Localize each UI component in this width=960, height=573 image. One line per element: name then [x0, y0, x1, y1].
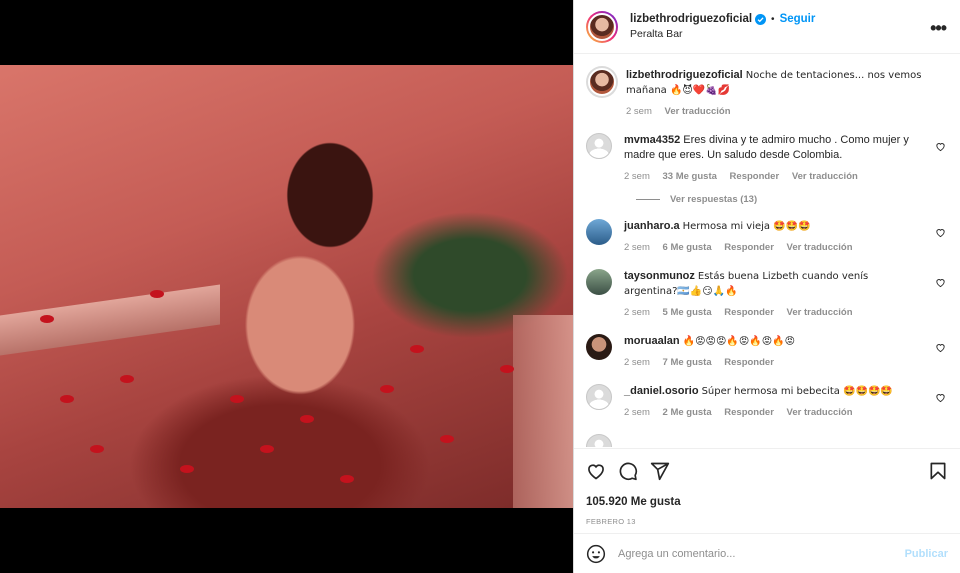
publish-button[interactable]: Publicar — [905, 548, 948, 560]
comment-time[interactable]: 2 sem — [624, 307, 650, 318]
comment-username[interactable]: _daniel.osorio — [624, 385, 699, 397]
reply-button[interactable]: Responder — [724, 357, 774, 368]
post-actions: 105.920 Me gusta FEBRERO 13 — [574, 448, 960, 526]
comment-avatar[interactable] — [586, 384, 612, 410]
verified-icon — [755, 13, 767, 25]
comment-meta: 2 sem 5 Me gusta Responder Ver traducció… — [624, 305, 924, 320]
comment-item: juanharo.a Hermosa mi vieja 🤩🤩🤩 2 sem 6 M… — [586, 219, 946, 255]
rose-petal — [180, 465, 194, 473]
comment-text: Hermosa mi vieja 🤩🤩🤩 — [682, 221, 811, 232]
translate-link[interactable]: Ver traducción — [792, 171, 858, 182]
comment-username[interactable]: juanharo.a — [624, 220, 680, 232]
comment-text: 🔥😡😡😡🔥😡🔥😡🔥😡 — [682, 336, 795, 347]
rose-petal — [300, 415, 314, 423]
post-location[interactable]: Peralta Bar — [630, 27, 815, 42]
comment-item: _daniel.osorio Súper hermosa mi bebecita … — [586, 384, 946, 420]
follow-button[interactable]: Seguir — [780, 12, 816, 27]
post-header: lizbethrodriguezoficial • Seguir Peralta… — [574, 0, 960, 54]
comment-avatar[interactable] — [586, 269, 612, 295]
post-date[interactable]: FEBRERO 13 — [586, 517, 948, 526]
rose-petal — [260, 445, 274, 453]
heart-icon[interactable] — [935, 342, 946, 353]
comment-item-partial — [586, 434, 946, 447]
comment-likes[interactable]: 5 Me gusta — [663, 307, 712, 318]
rose-petal — [500, 365, 514, 373]
post-modal: lizbethrodriguezoficial • Seguir Peralta… — [0, 0, 960, 573]
rose-petal — [60, 395, 74, 403]
reply-button[interactable]: Responder — [724, 307, 774, 318]
reply-button[interactable]: Responder — [724, 242, 774, 253]
rose-petal — [380, 385, 394, 393]
comment-icon[interactable] — [618, 461, 638, 481]
comment-input[interactable]: Agrega un comentario... — [618, 548, 905, 560]
reply-button[interactable]: Responder — [730, 171, 780, 182]
comments-list[interactable]: lizbethrodriguezoficial Noche de tentacio… — [574, 54, 960, 447]
comment-likes[interactable]: 7 Me gusta — [663, 357, 712, 368]
post-media[interactable] — [0, 0, 573, 573]
rose-petal — [150, 290, 164, 298]
comment-text: Súper hermosa mi bebecita 🤩🤩🤩🤩 — [701, 386, 893, 397]
bathtub-edge — [513, 315, 573, 508]
emoji-icon[interactable] — [586, 544, 606, 564]
caption-avatar[interactable] — [586, 66, 618, 98]
heart-icon[interactable] — [586, 461, 606, 481]
comment-avatar[interactable] — [586, 219, 612, 245]
bookmark-icon[interactable] — [928, 461, 948, 481]
heart-icon[interactable] — [935, 141, 946, 152]
comment-likes[interactable]: 2 Me gusta — [663, 407, 712, 418]
view-replies-label: Ver respuestas (13) — [670, 194, 758, 205]
rose-petal — [120, 375, 134, 383]
heart-icon[interactable] — [935, 392, 946, 403]
share-icon[interactable] — [650, 461, 670, 481]
comment-avatar[interactable] — [586, 434, 612, 447]
action-icons — [586, 459, 948, 483]
heart-icon[interactable] — [935, 227, 946, 238]
comment-username[interactable]: moruaalan — [624, 335, 680, 347]
post-caption: lizbethrodriguezoficial Noche de tentacio… — [586, 66, 946, 119]
post-side-panel: lizbethrodriguezoficial • Seguir Peralta… — [573, 0, 960, 573]
caption-translate-link[interactable]: Ver traducción — [665, 106, 731, 117]
author-avatar[interactable] — [586, 10, 618, 43]
comment-time[interactable]: 2 sem — [624, 407, 650, 418]
rose-petal — [410, 345, 424, 353]
comment-meta: 2 sem 6 Me gusta Responder Ver traducció… — [624, 240, 924, 255]
reply-button[interactable]: Responder — [724, 407, 774, 418]
comment-item: mvma4352 Eres divina y te admiro mucho . … — [586, 133, 946, 184]
post-photo — [0, 65, 573, 508]
likes-count[interactable]: 105.920 Me gusta — [586, 496, 948, 508]
comment-time[interactable]: 2 sem — [624, 242, 650, 253]
bathtub-rim — [0, 284, 220, 356]
comment-meta: 2 sem 2 Me gusta Responder Ver traducció… — [624, 405, 924, 420]
comment-time[interactable]: 2 sem — [624, 357, 650, 368]
rose-petal — [90, 445, 104, 453]
replies-line — [636, 199, 660, 200]
translate-link[interactable]: Ver traducción — [787, 242, 853, 253]
author-username[interactable]: lizbethrodriguezoficial — [630, 12, 752, 27]
separator-dot: • — [771, 13, 775, 25]
rose-petal — [440, 435, 454, 443]
comment-likes[interactable]: 33 Me gusta — [663, 171, 717, 182]
comment-username[interactable]: mvma4352 — [624, 134, 680, 146]
caption-meta: 2 sem Ver traducción — [626, 104, 924, 119]
rose-petal — [230, 395, 244, 403]
comment-username[interactable]: taysonmunoz — [624, 270, 695, 282]
comment-time[interactable]: 2 sem — [624, 171, 650, 182]
rose-petal — [40, 315, 54, 323]
rose-petal — [340, 475, 354, 483]
comment-meta: 2 sem 33 Me gusta Responder Ver traducci… — [624, 169, 924, 184]
translate-link[interactable]: Ver traducción — [787, 407, 853, 418]
caption-username[interactable]: lizbethrodriguezoficial — [626, 69, 743, 81]
view-replies-button[interactable]: Ver respuestas (13) — [636, 194, 946, 205]
add-comment-bar: Agrega un comentario... Publicar — [574, 533, 960, 573]
comment-avatar[interactable] — [586, 133, 612, 159]
caption-time[interactable]: 2 sem — [626, 106, 652, 117]
comment-item: taysonmunoz Estás buena Lizbeth cuando ve… — [586, 269, 946, 320]
more-icon[interactable]: ••• — [930, 18, 947, 39]
comment-item: moruaalan 🔥😡😡😡🔥😡🔥😡🔥😡 2 sem 7 Me gusta Res… — [586, 334, 946, 370]
comment-avatar[interactable] — [586, 334, 612, 360]
comment-meta: 2 sem 7 Me gusta Responder — [624, 355, 924, 370]
translate-link[interactable]: Ver traducción — [787, 307, 853, 318]
comment-likes[interactable]: 6 Me gusta — [663, 242, 712, 253]
heart-icon[interactable] — [935, 277, 946, 288]
